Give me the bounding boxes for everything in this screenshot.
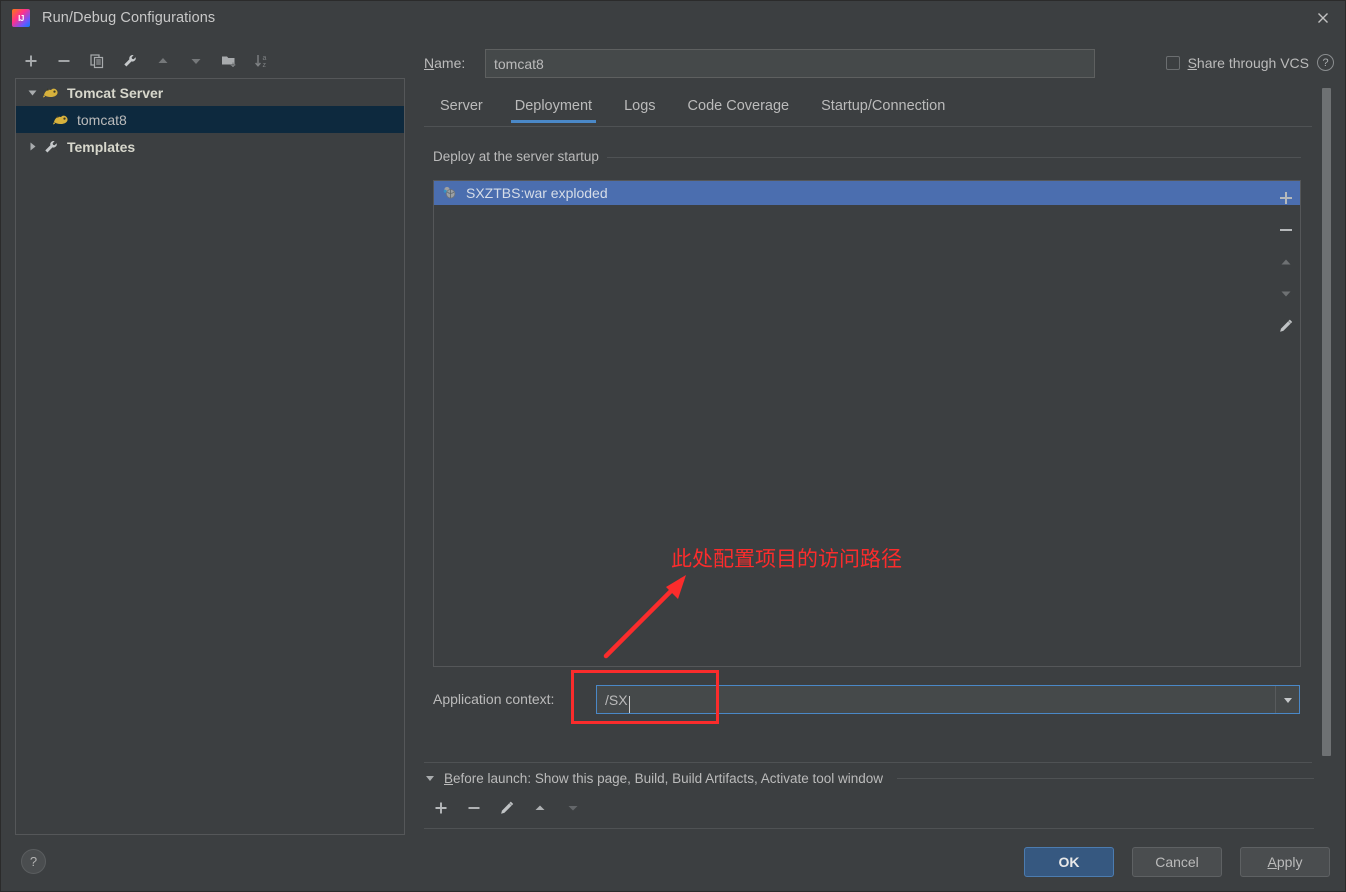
before-launch-mnemonic: B	[444, 770, 454, 786]
tomcat-cat-icon	[52, 112, 70, 128]
application-context-combobox[interactable]: /SX	[596, 685, 1300, 714]
copy-configuration-button[interactable]	[80, 47, 113, 75]
chevron-right-icon[interactable]	[22, 133, 42, 160]
task-move-up-button[interactable]	[523, 794, 556, 822]
application-context-label: Application context:	[433, 691, 555, 707]
chevron-down-icon[interactable]	[1275, 686, 1299, 713]
edit-artifact-button[interactable]	[1270, 310, 1302, 342]
tab-server[interactable]: Server	[424, 94, 499, 123]
before-launch-divider	[897, 777, 1314, 779]
name-label-mnemonic: N	[424, 55, 435, 71]
name-input[interactable]	[485, 49, 1095, 78]
move-artifact-up-button[interactable]	[1270, 246, 1302, 278]
deployment-artifacts-list[interactable]: SXZTBS:war exploded	[433, 180, 1301, 667]
add-artifact-button[interactable]	[1270, 182, 1302, 214]
title-bar: Run/Debug Configurations	[0, 0, 1346, 36]
name-label-rest: ame:	[434, 55, 466, 71]
share-through-vcs-row[interactable]: Share through VCS ?	[1165, 54, 1334, 71]
sidebar-item-tomcat8[interactable]: tomcat8	[16, 106, 404, 133]
chevron-down-icon[interactable]	[22, 79, 42, 106]
run-debug-configurations-dialog: Run/Debug Configurations	[0, 0, 1346, 892]
before-launch-label: Before launch: Show this page, Build, Bu…	[444, 771, 883, 786]
tabs-divider	[424, 126, 1312, 127]
apply-mnemonic: A	[1267, 854, 1277, 870]
apply-label-rest: pply	[1276, 854, 1303, 870]
svg-text:z: z	[262, 62, 266, 69]
tree-group-label: Templates	[67, 138, 136, 155]
tree-group-label: Tomcat Server	[67, 84, 164, 101]
tab-logs[interactable]: Logs	[608, 94, 671, 123]
before-launch-top-divider	[424, 762, 1312, 763]
tab-code-coverage[interactable]: Code Coverage	[672, 94, 806, 123]
add-configuration-button[interactable]	[14, 47, 47, 75]
tree-group-tomcat-server[interactable]: Tomcat Server	[16, 79, 404, 106]
move-artifact-down-button[interactable]	[1270, 278, 1302, 310]
remove-artifact-button[interactable]	[1270, 214, 1302, 246]
main-scrollbar-thumb[interactable]	[1322, 88, 1331, 756]
share-label-rest: hare through VCS	[1196, 54, 1309, 71]
tomcat-cat-icon	[42, 85, 60, 101]
tree-item-label: tomcat8	[77, 111, 127, 128]
application-context-input[interactable]: /SX	[597, 692, 1275, 713]
svg-text:a: a	[262, 55, 266, 62]
edit-task-button[interactable]	[490, 794, 523, 822]
artifact-icon	[442, 185, 458, 201]
add-task-button[interactable]	[424, 794, 457, 822]
remove-task-button[interactable]	[457, 794, 490, 822]
chevron-down-icon[interactable]	[424, 772, 436, 784]
share-help-icon[interactable]: ?	[1317, 54, 1334, 71]
remove-configuration-button[interactable]	[47, 47, 80, 75]
cancel-button[interactable]: Cancel	[1132, 847, 1222, 877]
share-through-vcs-checkbox[interactable]	[1165, 55, 1180, 70]
configurations-tree[interactable]: Tomcat Server tomcat8 Templates	[15, 78, 405, 835]
list-item[interactable]: SXZTBS:war exploded	[434, 181, 1300, 205]
annotation-text: 此处配置项目的访问路径	[671, 547, 902, 571]
deploy-group-label: Deploy at the server startup	[433, 149, 607, 164]
configurations-toolbar: a z	[14, 46, 406, 76]
name-label: Name:	[424, 55, 465, 71]
before-launch-section: Before launch: Show this page, Build, Bu…	[424, 769, 1314, 787]
share-through-vcs-label: Share through VCS	[1188, 55, 1309, 71]
list-item-label: SXZTBS:war exploded	[466, 185, 608, 201]
close-icon[interactable]	[1300, 0, 1346, 36]
ok-button[interactable]: OK	[1024, 847, 1114, 877]
edit-templates-button[interactable]	[113, 47, 146, 75]
dialog-buttons: OK Cancel Apply	[1024, 847, 1330, 877]
red-arrow-icon	[603, 575, 686, 659]
sort-configurations-button[interactable]: a z	[245, 47, 278, 75]
share-label-mnemonic: S	[1187, 54, 1197, 71]
move-down-button[interactable]	[179, 47, 212, 75]
move-up-button[interactable]	[146, 47, 179, 75]
apply-button[interactable]: Apply	[1240, 847, 1330, 877]
help-button[interactable]: ?	[21, 849, 46, 874]
before-launch-toolbar	[424, 794, 589, 822]
intellij-idea-icon	[12, 9, 30, 27]
tab-startup-connection[interactable]: Startup/Connection	[805, 94, 961, 123]
tree-group-templates[interactable]: Templates	[16, 133, 404, 160]
tab-deployment[interactable]: Deployment	[499, 94, 608, 123]
before-launch-label-rest: efore launch: Show this page, Build, Bui…	[453, 770, 884, 786]
wrench-icon	[42, 139, 60, 155]
page-title: Run/Debug Configurations	[42, 10, 216, 26]
configuration-tabs: Server Deployment Logs Code Coverage Sta…	[424, 94, 1312, 127]
footer-divider	[424, 828, 1314, 829]
new-folder-button[interactable]	[212, 47, 245, 75]
deployment-side-toolbar	[1270, 182, 1302, 342]
task-move-down-button[interactable]	[556, 794, 589, 822]
